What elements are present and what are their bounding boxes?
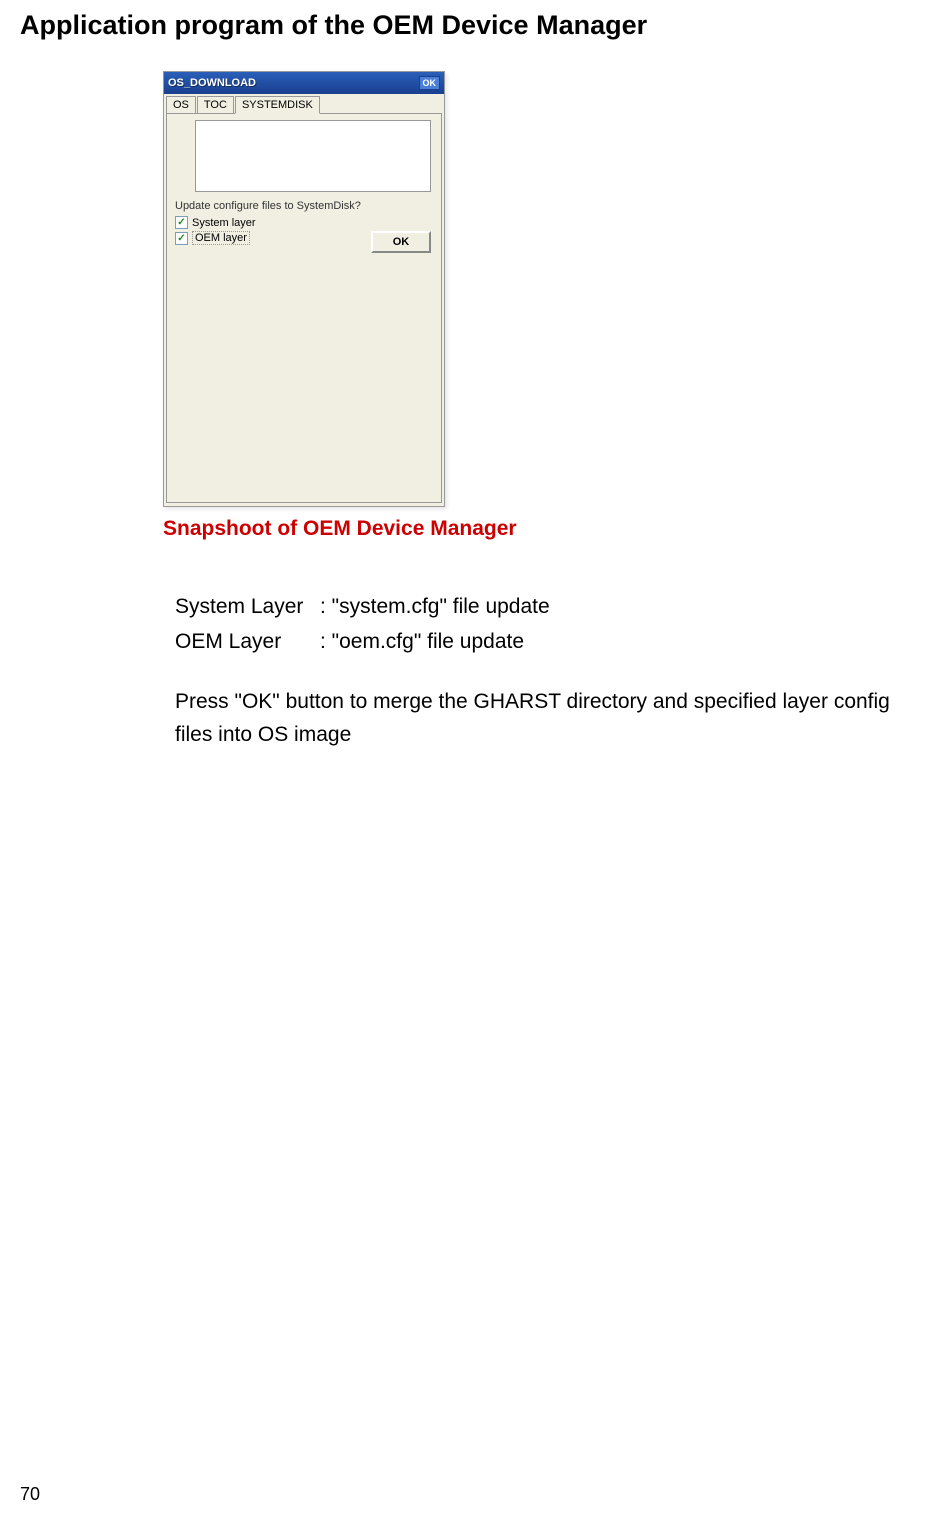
screenshot-container: OS_DOWNLOAD OK OS TOC SYSTEMDISK Update …	[163, 71, 905, 507]
checkbox-icon: ✓	[175, 216, 188, 229]
body-value: : "system.cfg" file update	[320, 591, 550, 624]
checkbox-icon: ✓	[175, 232, 188, 245]
body-label: OEM Layer	[175, 626, 320, 659]
tab-toc[interactable]: TOC	[197, 96, 234, 114]
tabstrip: OS TOC SYSTEMDISK	[164, 94, 444, 114]
tab-os[interactable]: OS	[166, 96, 196, 114]
page-number: 70	[20, 1484, 40, 1505]
body-label: System Layer	[175, 591, 320, 624]
caption: Snapshoot of OEM Device Manager	[163, 517, 905, 541]
body-paragraph: Press "OK" button to merge the GHARST di…	[175, 686, 905, 751]
tab-content: Update configure files to SystemDisk? ✓ …	[166, 113, 442, 503]
body-row-system-layer: System Layer : "system.cfg" file update	[175, 591, 905, 624]
question-text: Update configure files to SystemDisk?	[175, 200, 441, 212]
window-title: OS_DOWNLOAD	[168, 77, 256, 89]
checkbox-label: System layer	[192, 217, 256, 229]
body-row-oem-layer: OEM Layer : "oem.cfg" file update	[175, 626, 905, 659]
content-box	[195, 120, 431, 192]
app-window: OS_DOWNLOAD OK OS TOC SYSTEMDISK Update …	[163, 71, 445, 507]
checkbox-label: OEM layer	[192, 231, 250, 245]
tab-systemdisk[interactable]: SYSTEMDISK	[235, 96, 320, 114]
titlebar: OS_DOWNLOAD OK	[164, 72, 444, 94]
titlebar-ok-button[interactable]: OK	[419, 76, 441, 90]
body-value: : "oem.cfg" file update	[320, 626, 524, 659]
ok-button[interactable]: OK	[371, 231, 431, 253]
checkbox-system-layer[interactable]: ✓ System layer	[175, 216, 441, 229]
body-text: System Layer : "system.cfg" file update …	[175, 591, 905, 751]
page-title: Application program of the OEM Device Ma…	[20, 10, 905, 41]
